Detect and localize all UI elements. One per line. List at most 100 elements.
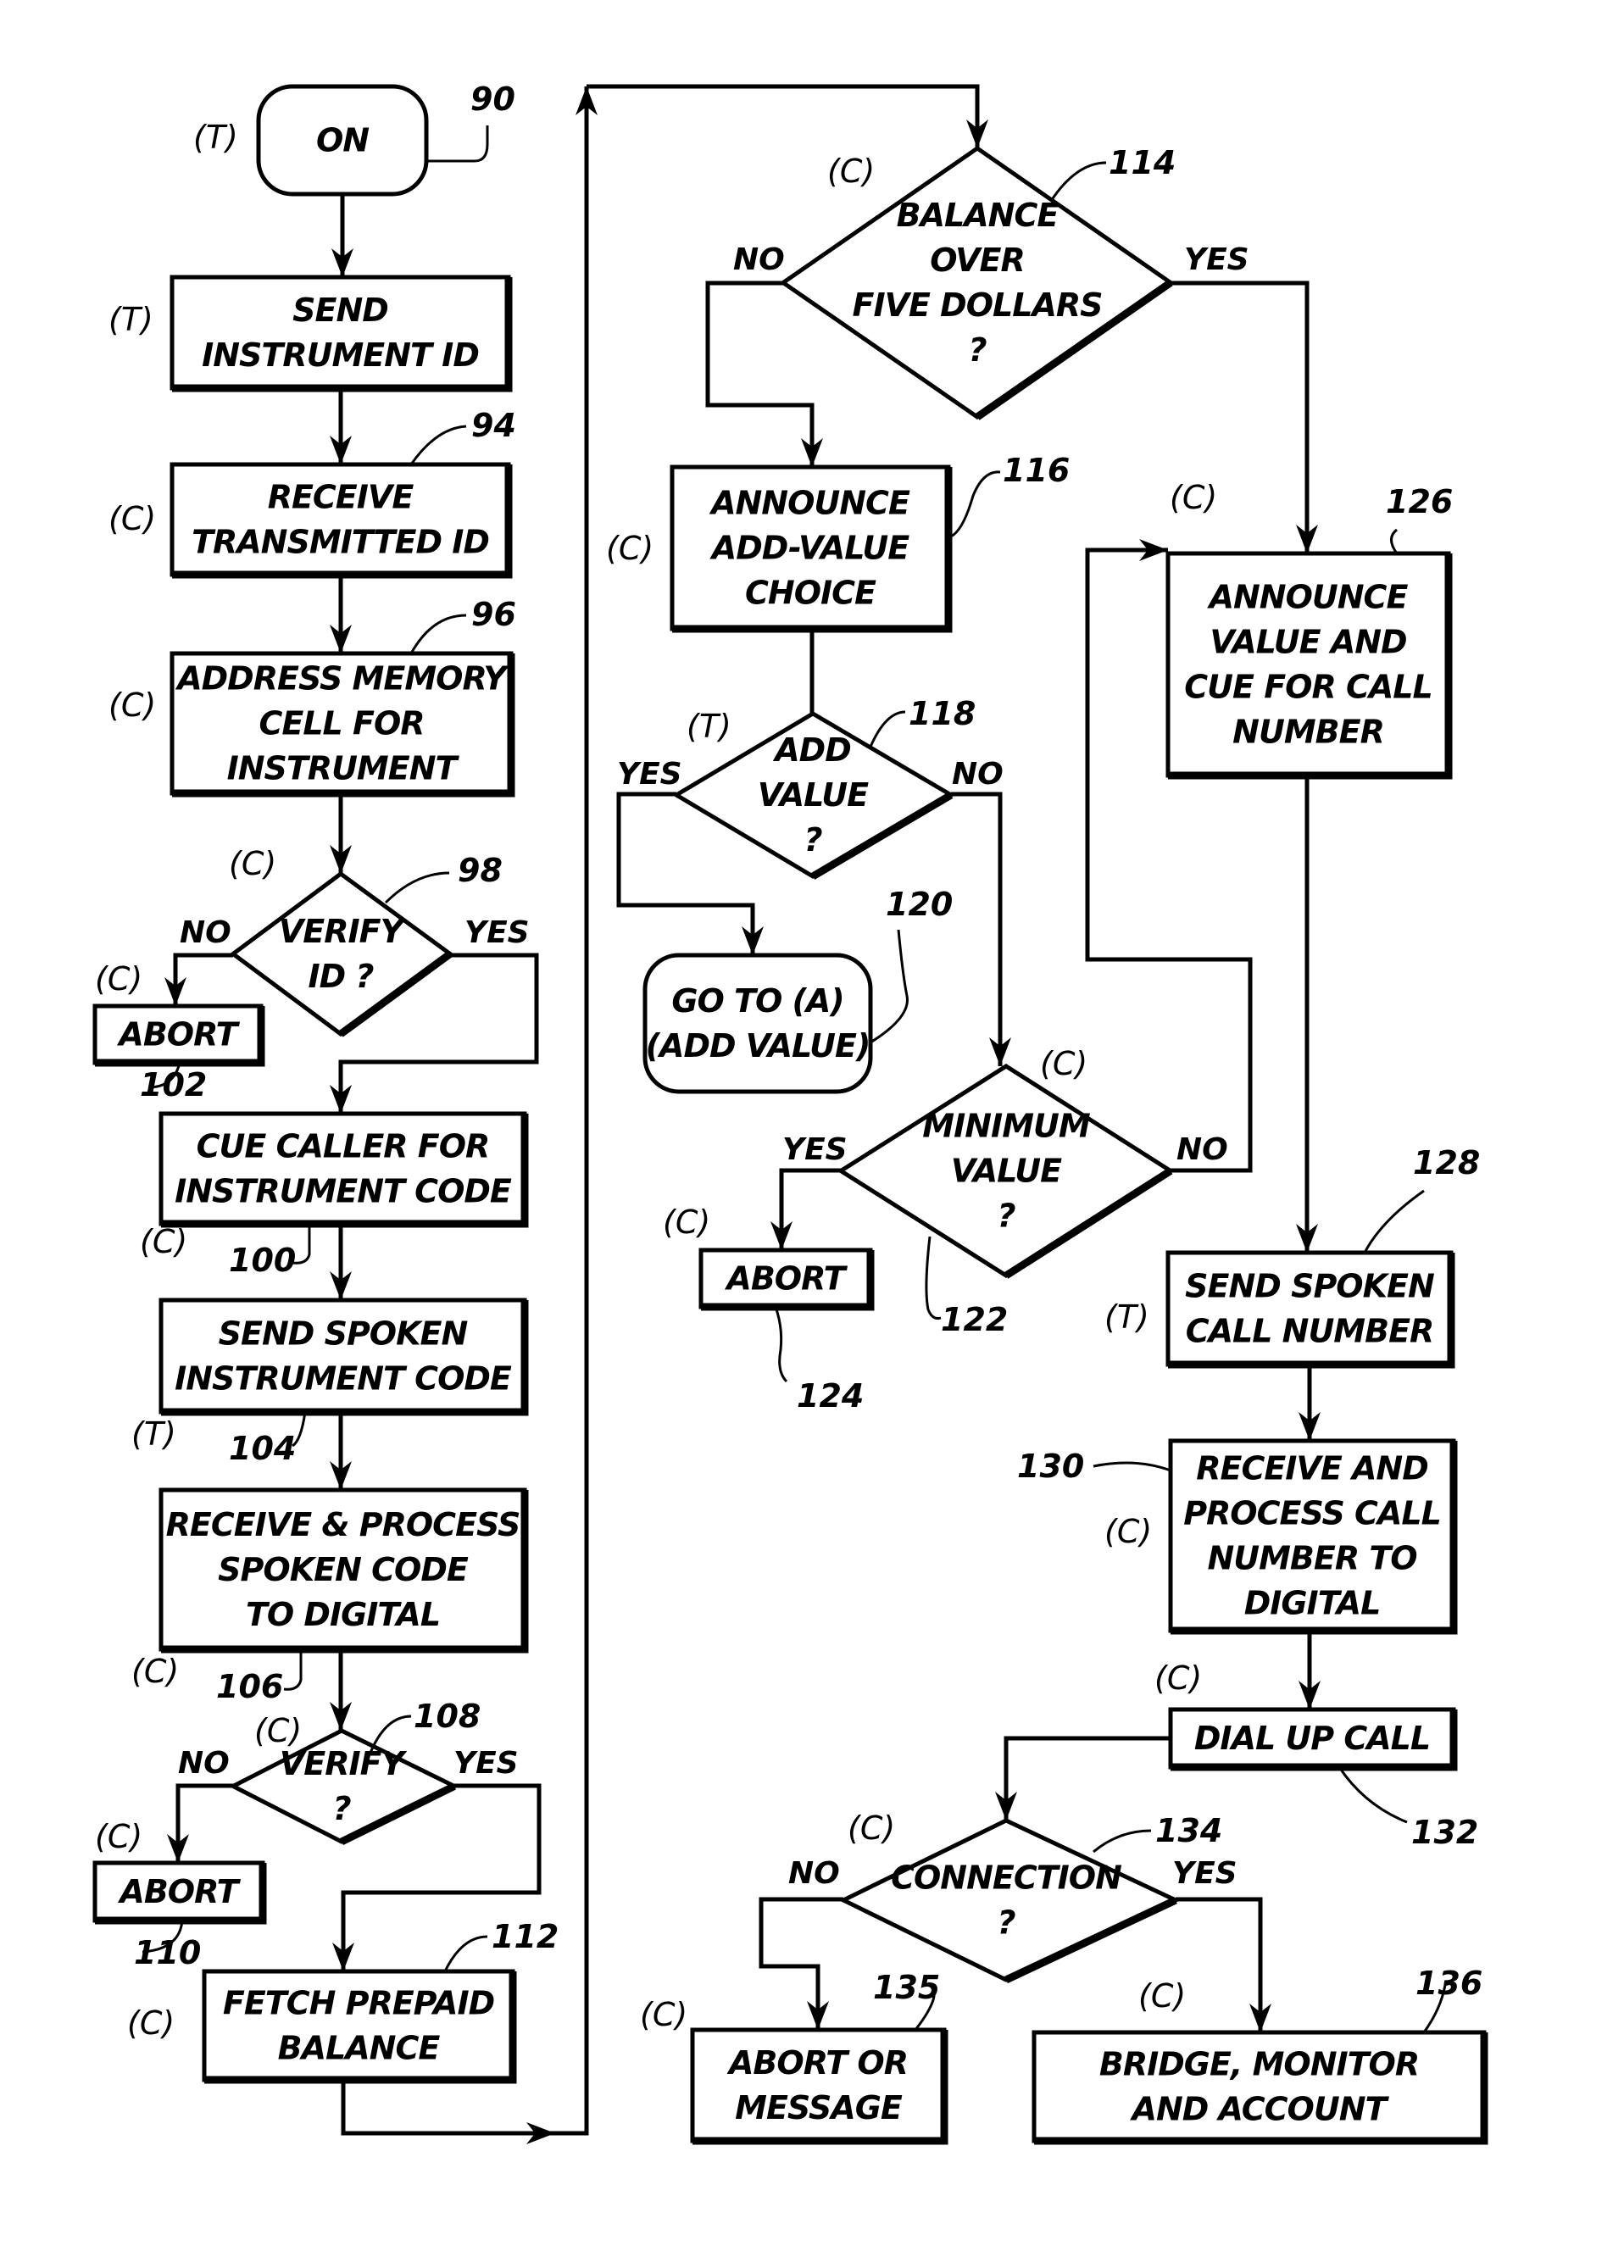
node-label-line: SEND	[292, 292, 388, 329]
node-label-line: ?	[997, 1198, 1015, 1235]
node-bridge: BRIDGE, MONITOR AND ACCOUNT	[1032, 2030, 1488, 2145]
node-send-code: SEND SPOKEN INSTRUMENT CODE	[159, 1298, 529, 1416]
node-label-line: ANNOUNCE	[1207, 579, 1409, 616]
reference-numeral: 122	[941, 1301, 1008, 1338]
actor-tag: (C)	[127, 2004, 175, 2042]
connector-line	[175, 1783, 233, 1863]
connector-line	[705, 281, 815, 467]
actor-tag: (C)	[140, 1223, 187, 1260]
node-label-line: NUMBER	[1232, 714, 1384, 751]
actor-tag: (T)	[687, 708, 731, 745]
leader-line	[869, 710, 906, 748]
actor-tag: (C)	[1154, 1659, 1202, 1697]
yes-branch-label: YES	[1172, 1856, 1237, 1891]
node-abort-124: ABORT	[698, 1248, 875, 1311]
actor-tag: (C)	[1104, 1513, 1152, 1550]
node-label-line: VALUE	[951, 1153, 1062, 1190]
node-label-line: RECEIVE & PROCESS	[166, 1506, 520, 1543]
node-process-call: RECEIVE AND PROCESS CALL NUMBER TO DIGITAL	[1168, 1438, 1458, 1635]
node-label-line: ADDRESS MEMORY	[175, 660, 509, 698]
leader-line	[1363, 1189, 1425, 1254]
reference-numeral: 126	[1386, 483, 1453, 520]
leader-line	[384, 871, 450, 904]
node-label-line: CUE CALLER FOR	[197, 1128, 490, 1165]
node-label-line: VALUE AND	[1210, 624, 1406, 661]
leader-line	[1390, 528, 1399, 554]
actor-tag: (C)	[606, 530, 653, 567]
node-label-line: BALANCE	[897, 197, 1059, 234]
node-abort-msg: ABORT OR MESSAGE	[690, 2027, 948, 2145]
actor-tag: (C)	[1040, 1045, 1087, 1082]
node-label-line: ON	[316, 122, 369, 159]
node-send-id: SEND INSTRUMENT ID	[170, 275, 513, 392]
node-label-line: NUMBER TO	[1207, 1540, 1416, 1577]
actor-tag: (T)	[193, 119, 238, 156]
leader-line	[948, 470, 1001, 539]
flowchart: ON SEND INSTRUMENT ID RECEIVE TRANSMITTED ID…	[92, 81, 1488, 2145]
reference-numeral: 108	[414, 1698, 481, 1735]
yes-branch-label: YES	[782, 1132, 848, 1167]
reference-numeral: 135	[873, 1969, 940, 2006]
node-label-line: INSTRUMENT	[227, 750, 460, 787]
actor-tag: (T)	[131, 1415, 176, 1453]
reference-numeral: 100	[229, 1242, 296, 1279]
node-label-line: MINIMUM	[922, 1108, 1091, 1145]
leader-line	[870, 929, 909, 1044]
node-label-line: ?	[997, 1904, 1015, 1942]
yes-branch-label: YES	[464, 915, 530, 950]
node-abort-110: ABORT	[92, 1860, 267, 1925]
no-branch-label: NO	[178, 1746, 230, 1781]
node-min-value: MINIMUM VALUE?	[837, 1064, 1175, 1279]
node-label-line: INSTRUMENT CODE	[175, 1360, 512, 1398]
node-label-line: DIAL UP CALL	[1194, 1720, 1430, 1757]
reference-numeral: 134	[1155, 1812, 1222, 1849]
actor-tag: (T)	[1104, 1298, 1149, 1336]
reference-numeral: 106	[216, 1668, 283, 1705]
yes-branch-label: YES	[1184, 242, 1249, 277]
reference-numeral: 120	[886, 886, 953, 923]
reference-numeral: 116	[1003, 452, 1070, 489]
connector-line	[341, 2080, 555, 2136]
node-label-line: ?	[332, 1790, 351, 1827]
node-receive-id: RECEIVE TRANSMITTED ID	[170, 462, 513, 579]
node-abort-102: ABORT	[92, 1003, 265, 1067]
leader-line	[925, 1236, 942, 1320]
leader-line	[1338, 1766, 1408, 1824]
reference-numeral: 96	[471, 596, 516, 633]
node-label-line: AND ACCOUNT	[1130, 2091, 1390, 2128]
node-announce-val: ANNOUNCE VALUE AND CUE FOR CALL NUMBER	[1165, 551, 1453, 780]
node-label-line: ?	[804, 821, 822, 859]
reference-numeral: 94	[471, 407, 516, 444]
node-label-line: SPOKEN CODE	[218, 1551, 469, 1588]
connector-line	[759, 1897, 843, 2030]
node-label-line: RECEIVE AND	[1196, 1450, 1428, 1487]
node-label-line: ADD	[772, 731, 851, 769]
node-on: ON	[256, 84, 429, 197]
leader-line	[409, 425, 467, 465]
node-label-line: MESSAGE	[735, 2089, 903, 2126]
node-label-line: OVER	[930, 242, 1025, 279]
node-label-line: PROCESS CALL	[1183, 1495, 1441, 1532]
node-label-line: ANNOUNCE	[709, 485, 910, 522]
reference-numeral: 114	[1109, 144, 1176, 181]
reference-numeral: 128	[1413, 1144, 1480, 1181]
reference-numeral: 118	[909, 695, 976, 732]
node-dial-up: DIAL UP CALL	[1168, 1707, 1458, 1771]
node-label-line: SEND SPOKEN	[1185, 1268, 1434, 1305]
leader-line	[443, 1935, 488, 1972]
yes-branch-label: YES	[453, 1746, 519, 1781]
actor-tag: (C)	[108, 687, 156, 724]
node-process-code: RECEIVE & PROCESS SPOKEN CODE TO DIGITAL	[159, 1487, 529, 1654]
actor-tag: (C)	[848, 1809, 895, 1847]
node-label-line: CELL FOR	[259, 705, 424, 742]
node-goto-a: GO TO (A) (ADD VALUE)	[642, 953, 873, 1094]
node-verify-id: VERIFY ID ?	[229, 870, 454, 1037]
node-address-mem: ADDRESS MEMORY CELL FOR INSTRUMENT	[170, 651, 515, 798]
reference-numeral: 102	[140, 1066, 207, 1103]
actor-tag: (C)	[1170, 479, 1217, 516]
leader-line	[1093, 1461, 1171, 1472]
connector-line	[542, 86, 589, 2136]
node-label-line: VERIFY	[280, 1745, 408, 1782]
connector-line	[1004, 1736, 1171, 1821]
connector-line	[587, 84, 980, 148]
